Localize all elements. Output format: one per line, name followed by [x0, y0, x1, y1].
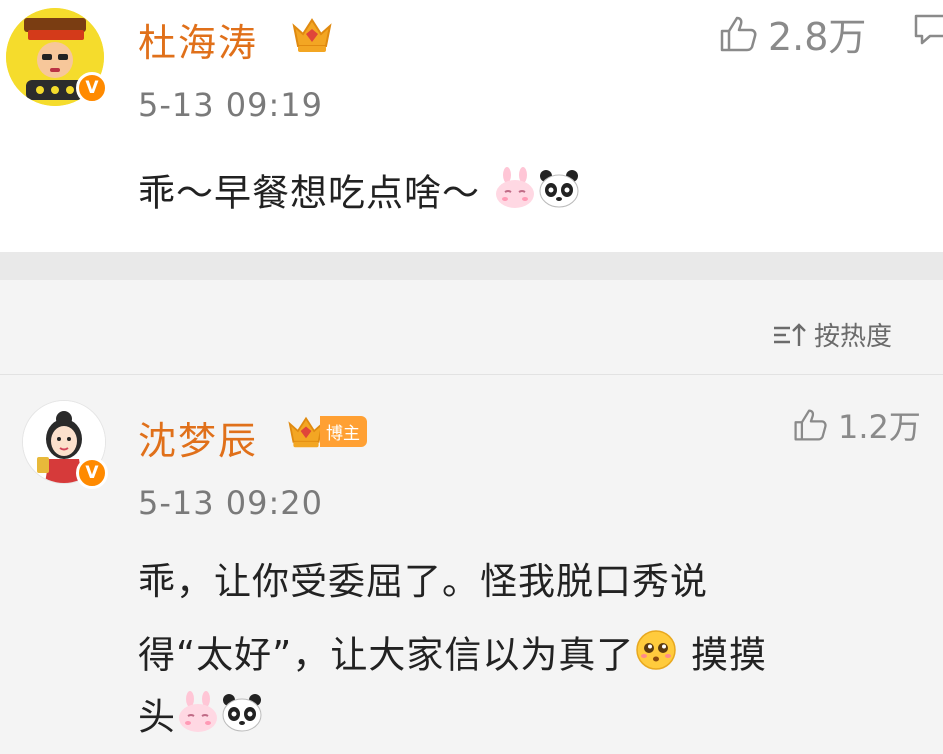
verified-badge-icon: V — [76, 72, 108, 104]
rabbit-emoji — [493, 166, 537, 224]
sort-label: 按热度 — [814, 322, 893, 352]
timestamp: 5-13 09:19 — [138, 86, 324, 124]
timestamp: 5-13 09:20 — [138, 484, 324, 522]
sort-icon — [774, 322, 806, 346]
username[interactable]: 沈梦辰 — [138, 410, 258, 465]
like-button[interactable]: 1.2万 — [792, 402, 921, 448]
comment-text-line-3: 头 — [138, 690, 264, 748]
crown-icon — [290, 14, 334, 54]
reply-icon[interactable] — [912, 10, 943, 50]
rabbit-emoji — [176, 690, 220, 748]
verified-badge-icon: V — [76, 457, 108, 489]
comment-text-line-2: 得“太好”，让大家信以为真了 摸摸 — [138, 628, 767, 686]
section-separator — [0, 252, 943, 280]
sort-by-hot-button[interactable]: 按热度 — [772, 316, 892, 353]
panda-emoji — [537, 166, 581, 224]
blushing-face-emoji — [634, 628, 678, 686]
thumbs-up-icon — [720, 16, 757, 51]
like-count: 1.2万 — [838, 408, 921, 446]
thumbs-up-icon — [794, 409, 827, 441]
blogger-tag: 博主 — [286, 412, 367, 450]
divider — [0, 374, 943, 375]
like-count: 2.8万 — [768, 15, 867, 59]
comment-text: 乖～早餐想吃点啥～ — [138, 166, 928, 224]
panda-emoji — [220, 690, 264, 748]
comment-text-line-1: 乖，让你受委屈了。怪我脱口秀说 — [138, 560, 708, 603]
tag-label: 博主 — [320, 415, 367, 447]
like-button[interactable]: 2.8万 — [718, 6, 866, 61]
username[interactable]: 杜海涛 — [138, 12, 258, 67]
